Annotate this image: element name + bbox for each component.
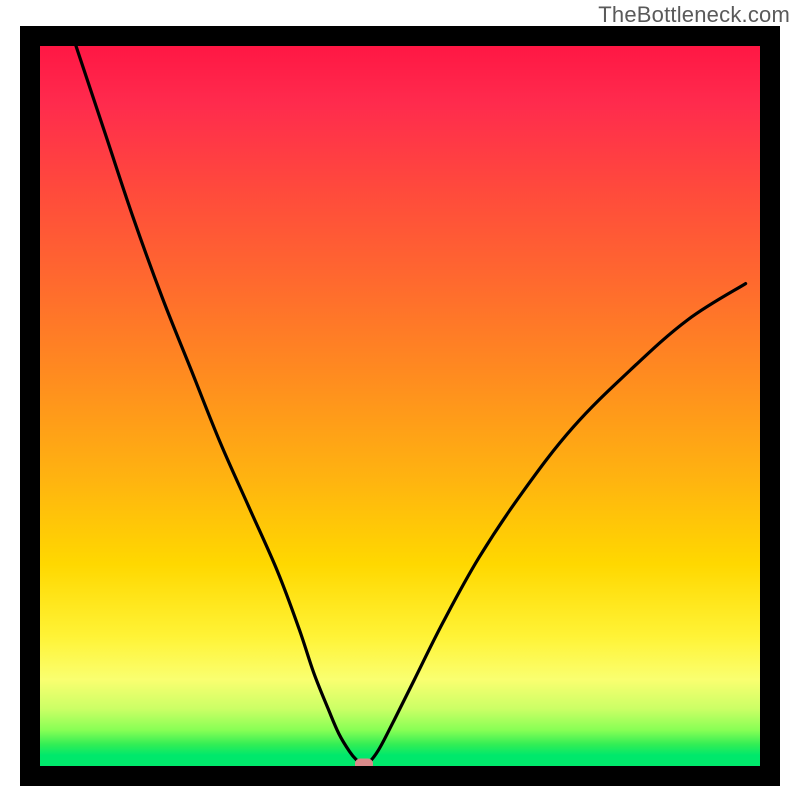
figure-canvas: TheBottleneck.com	[0, 0, 800, 800]
watermark-text: TheBottleneck.com	[598, 2, 790, 28]
plot-gradient-background	[40, 46, 760, 766]
min-marker	[355, 758, 373, 766]
curve-svg	[40, 46, 760, 766]
plot-frame	[20, 26, 780, 786]
bottleneck-curve	[76, 46, 746, 765]
